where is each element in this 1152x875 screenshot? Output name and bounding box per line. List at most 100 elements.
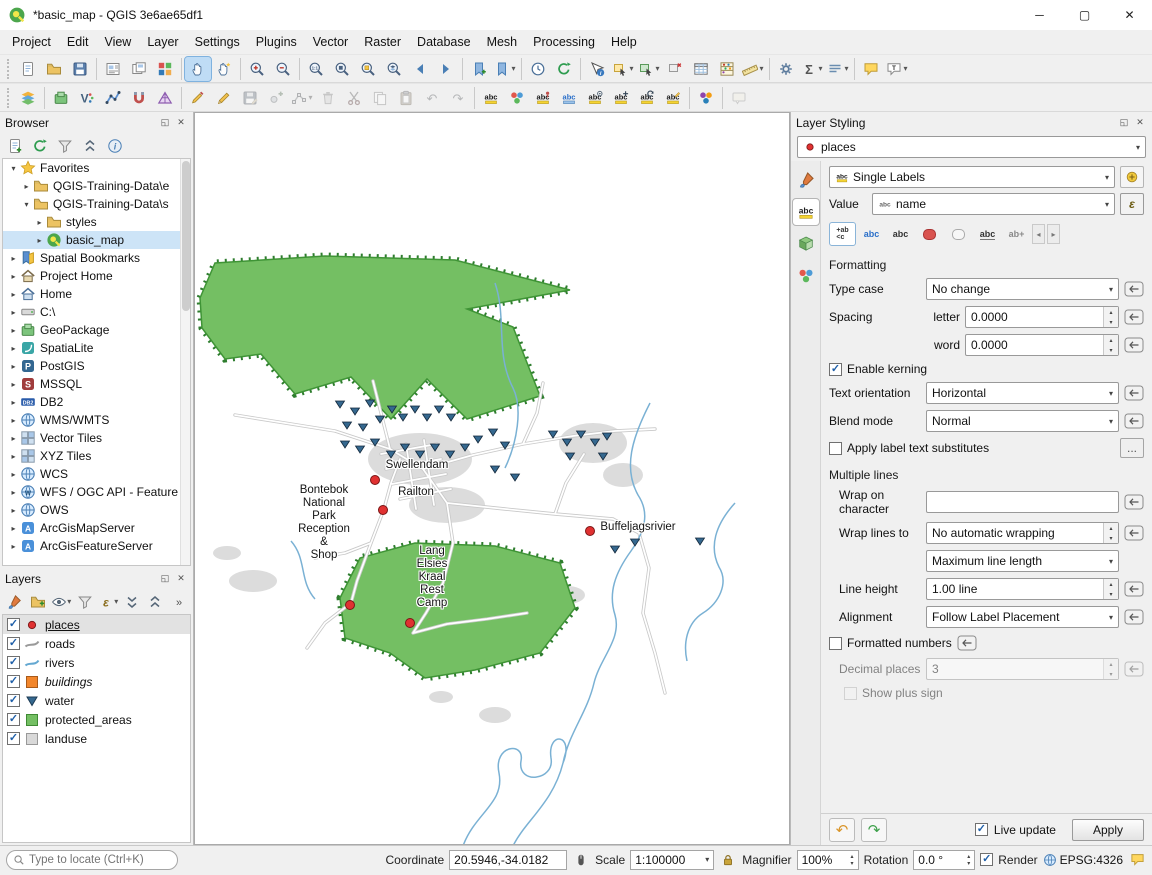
browser-item-spatialite[interactable]: ▸SpatiaLite [3, 339, 190, 357]
expand-arrow-icon[interactable]: ▸ [7, 416, 20, 425]
layers-close-icon[interactable]: ✕ [174, 572, 188, 586]
type-case-override-button[interactable] [1124, 280, 1144, 298]
browser-item-xyz-tiles[interactable]: ▸XYZ Tiles [3, 447, 190, 465]
decimal-places-override-button[interactable] [1124, 660, 1144, 678]
expand-arrow-icon[interactable]: ▸ [7, 326, 20, 335]
wrap-lines-spin[interactable]: No automatic wrapping ▴▾ [926, 522, 1119, 544]
menu-item-edit[interactable]: Edit [59, 32, 97, 52]
decimal-places-spin[interactable]: 3 ▴▾ [926, 658, 1119, 680]
menu-item-database[interactable]: Database [409, 32, 479, 52]
letter-spacing-override-button[interactable] [1124, 308, 1144, 326]
layer-visibility-checkbox[interactable] [7, 656, 20, 669]
expand-arrow-icon[interactable]: ▸ [7, 308, 20, 317]
cut-features-button[interactable] [341, 86, 367, 110]
layers-float-icon[interactable]: ◱ [158, 572, 172, 586]
layer-labeling-options-button[interactable]: abc [478, 86, 504, 110]
expression-builder-button[interactable]: ε [1120, 193, 1144, 215]
menu-item-settings[interactable]: Settings [187, 32, 248, 52]
pan-to-selection-button[interactable] [211, 57, 237, 81]
zoom-to-layer-button[interactable] [381, 57, 407, 81]
blend-mode-select[interactable]: Normal▾ [926, 410, 1119, 432]
browser-item-qgis-training-data-s[interactable]: ▾QGIS-Training-Data\s [3, 195, 190, 213]
browser-item-c[interactable]: ▸C:\ [3, 303, 190, 321]
copy-features-button[interactable] [367, 86, 393, 110]
annotations-list-button[interactable]: ▾ [825, 57, 851, 81]
menu-item-help[interactable]: Help [603, 32, 645, 52]
expand-arrow-icon[interactable]: ▸ [7, 452, 20, 461]
new-project-button[interactable] [15, 57, 41, 81]
browser-scrollbar[interactable] [180, 159, 190, 565]
collapse-all-button[interactable] [144, 591, 167, 613]
show-layout-manager-button[interactable] [126, 57, 152, 81]
expand-arrow-icon[interactable]: ▸ [7, 542, 20, 551]
browser-item-home[interactable]: ▸Home [3, 285, 190, 303]
formatted-numbers-checkbox[interactable] [829, 637, 842, 650]
zoom-full-button[interactable] [329, 57, 355, 81]
expand-arrow-icon[interactable]: ▸ [7, 272, 20, 281]
apply-substitutes-checkbox[interactable] [829, 442, 842, 455]
wrap-on-character-input[interactable] [926, 491, 1119, 513]
expand-arrow-icon[interactable]: ▸ [7, 344, 20, 353]
collapse-arrow-icon[interactable]: ▾ [20, 200, 33, 209]
settings-tabs-scroll-left-button[interactable]: ◂ [1032, 224, 1045, 244]
browser-close-icon[interactable]: ✕ [174, 116, 188, 130]
diagram-options-button[interactable] [693, 86, 719, 110]
line-height-spin[interactable]: 1.00 line ▴▾ [926, 578, 1119, 600]
wrap-lines-override-button[interactable] [1124, 524, 1144, 542]
settings-tabs-scroll-right-button[interactable]: ▸ [1047, 224, 1060, 244]
browser-float-icon[interactable]: ◱ [158, 116, 172, 130]
layer-visibility-checkbox[interactable] [7, 694, 20, 707]
select-by-value-button[interactable]: ▾ [636, 57, 662, 81]
show-plus-sign-checkbox[interactable] [844, 687, 857, 700]
current-edits-button[interactable] [185, 86, 211, 110]
text-orientation-override-button[interactable] [1124, 384, 1144, 402]
zoom-out-button[interactable] [270, 57, 296, 81]
browser-item-postgis[interactable]: ▸PPostGIS [3, 357, 190, 375]
layer-diagram-options-button[interactable] [504, 86, 530, 110]
zoom-in-button[interactable] [244, 57, 270, 81]
tab-placement[interactable]: ab+ [1003, 222, 1030, 246]
new-print-layout-button[interactable] [100, 57, 126, 81]
tab-background[interactable] [916, 222, 943, 246]
styling-float-icon[interactable]: ◱ [1117, 116, 1131, 130]
browser-item-basic-map[interactable]: ▸basic_map [3, 231, 190, 249]
minimize-button[interactable]: ─ [1017, 0, 1062, 30]
highlight-pinned-labels-button[interactable]: abc [556, 86, 582, 110]
refresh-map-button[interactable] [551, 57, 577, 81]
browser-item-wms-wmts[interactable]: ▸WMS/WMTS [3, 411, 190, 429]
scrollbar-thumb[interactable] [182, 161, 190, 311]
add-feature-button[interactable] [263, 86, 289, 110]
tab-diagrams[interactable] [793, 263, 819, 289]
locate-input[interactable] [29, 854, 171, 866]
field-calculator-button[interactable] [714, 57, 740, 81]
tab-symbology[interactable] [793, 167, 819, 193]
formatted-numbers-override-button[interactable] [957, 634, 977, 652]
browser-item-arcgisfeatureserver[interactable]: ▸AArcGisFeatureServer [3, 537, 190, 555]
blend-mode-override-button[interactable] [1124, 412, 1144, 430]
browser-item-styles[interactable]: ▸styles [3, 213, 190, 231]
magnifier-spin[interactable]: 100%▴▾ [797, 850, 859, 870]
manage-map-themes-button[interactable]: ▾ [50, 591, 73, 613]
expand-arrow-icon[interactable]: ▸ [7, 380, 20, 389]
rotation-spin[interactable]: 0.0 °▴▾ [913, 850, 975, 870]
menu-item-raster[interactable]: Raster [356, 32, 409, 52]
pan-map-button[interactable] [185, 57, 211, 81]
map-tips-button[interactable] [726, 86, 752, 110]
label-mode-selector[interactable]: abc Single Labels ▾ [829, 166, 1115, 188]
layer-item-water[interactable]: water [3, 691, 190, 710]
layer-visibility-checkbox[interactable] [7, 637, 20, 650]
browser-item-favorites[interactable]: ▾Favorites [3, 159, 190, 177]
data-source-manager-button[interactable] [15, 86, 41, 110]
filter-by-expression-button[interactable]: ε▾ [97, 591, 120, 613]
expand-arrow-icon[interactable]: ▸ [20, 182, 33, 191]
tab-text[interactable]: abc [887, 222, 914, 246]
auto-placement-settings-button[interactable] [1120, 166, 1144, 188]
tab-formatting[interactable]: +ab<c [829, 222, 856, 246]
max-line-length-select[interactable]: Maximum line length▾ [926, 550, 1119, 572]
style-manager-button[interactable] [152, 57, 178, 81]
messages-icon[interactable] [1128, 851, 1146, 869]
expand-arrow-icon[interactable]: ▸ [7, 470, 20, 479]
browser-item-db2[interactable]: ▸DB2DB2 [3, 393, 190, 411]
new-bookmark-button[interactable] [466, 57, 492, 81]
collapse-arrow-icon[interactable]: ▾ [7, 164, 20, 173]
